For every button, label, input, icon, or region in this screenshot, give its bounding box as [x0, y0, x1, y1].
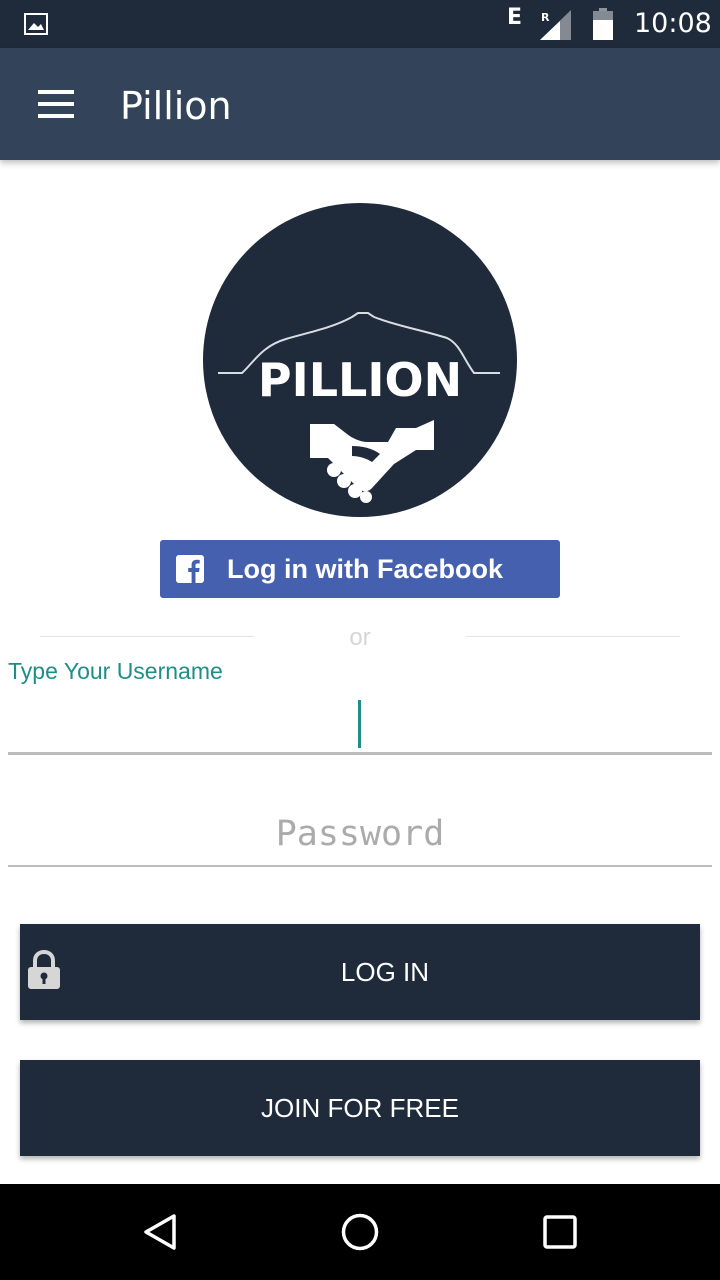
app-bar: Pillion — [0, 48, 720, 160]
lock-icon — [28, 950, 60, 989]
roaming-indicator: R — [541, 11, 550, 24]
password-underline — [8, 865, 712, 867]
pillion-logo: PILLION — [203, 203, 517, 517]
divider-line-right — [466, 636, 680, 637]
system-navigation-bar — [0, 1184, 720, 1280]
facebook-icon — [176, 555, 204, 583]
facebook-login-button[interactable]: Log in with Facebook — [160, 540, 560, 598]
home-icon[interactable] — [340, 1212, 380, 1252]
password-input[interactable] — [8, 806, 712, 862]
login-button[interactable]: LOG IN — [20, 924, 700, 1020]
login-label: LOG IN — [340, 956, 430, 987]
status-bar: E R 10:08 — [0, 0, 720, 48]
gallery-icon — [24, 13, 48, 35]
back-icon[interactable] — [140, 1212, 180, 1252]
status-clock: 10:08 — [634, 8, 712, 39]
app-screen: E R 10:08 Pillion PILLION Log in with Fa… — [0, 0, 720, 1280]
network-type-indicator: E — [507, 5, 523, 30]
facebook-login-label: Log in with Facebook — [227, 554, 503, 584]
or-divider-text: or — [349, 624, 371, 651]
app-title: Pillion — [120, 84, 232, 128]
join-for-free-button[interactable]: JOIN FOR FREE — [20, 1060, 700, 1156]
recents-icon[interactable] — [540, 1212, 580, 1252]
battery-icon — [593, 8, 613, 40]
text-cursor — [358, 700, 361, 748]
signal-icon: R — [540, 10, 571, 40]
logo-wordmark: PILLION — [258, 353, 462, 407]
username-underline — [8, 752, 712, 755]
username-label: Type Your Username — [8, 658, 223, 684]
join-label: JOIN FOR FREE — [261, 1092, 459, 1123]
hamburger-menu-icon[interactable] — [28, 82, 84, 126]
divider-line-left — [40, 636, 253, 637]
